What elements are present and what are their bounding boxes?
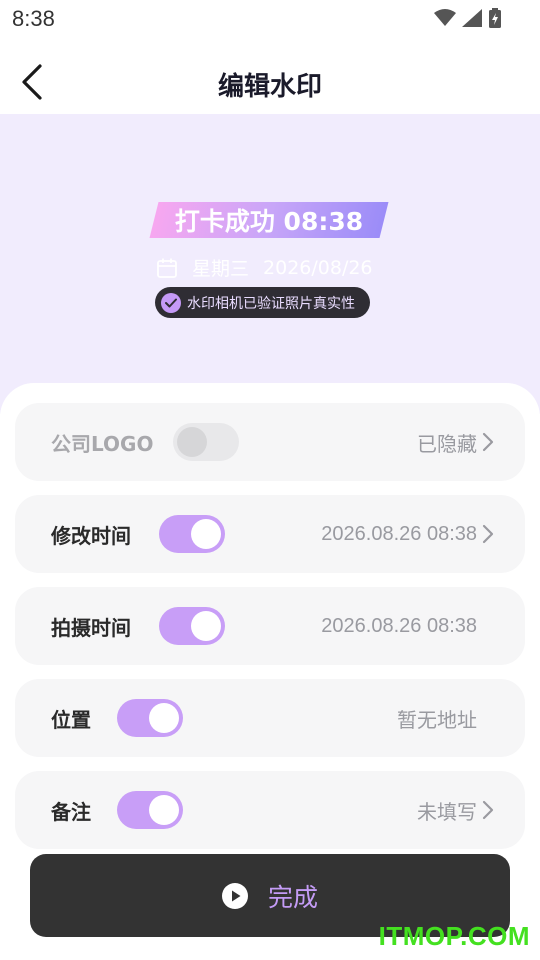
watermark-preview: 打卡成功 08:38 星期三 2026/08/26 水印相机已验证照片真实性	[0, 114, 540, 414]
play-circle-icon	[221, 882, 248, 909]
watermark-date-row: 星期三 2026/08/26	[156, 254, 373, 281]
shooting-time-toggle[interactable]	[159, 607, 225, 645]
status-bar: 8:38	[0, 0, 540, 38]
chevron-right-icon	[482, 800, 494, 820]
battery-icon	[489, 8, 501, 28]
nav-bar: 编辑水印	[0, 38, 540, 114]
check-circle-icon	[161, 292, 181, 313]
setting-label: 拍摄时间	[51, 615, 131, 640]
location-toggle[interactable]	[117, 699, 183, 737]
modify-time-toggle[interactable]	[159, 515, 225, 553]
status-icons	[434, 8, 502, 28]
company-logo-toggle[interactable]	[173, 423, 239, 461]
setting-label: 位置	[51, 707, 91, 732]
calendar-icon	[157, 258, 177, 278]
remark-toggle[interactable]	[117, 791, 183, 829]
verified-badge-text: 水印相机已验证照片真实性	[187, 295, 355, 312]
setting-value: 已隐藏	[417, 433, 477, 456]
setting-row-modify-time[interactable]: 修改时间 2026.08.26 08:38	[15, 495, 525, 573]
setting-value: 2026.08.26 08:38	[321, 522, 477, 545]
watermark-title: 打卡成功 08:38	[174, 207, 364, 236]
verified-badge: 水印相机已验证照片真实性	[155, 287, 370, 318]
wifi-icon	[434, 9, 456, 26]
site-watermark: ITMOP.COM	[378, 921, 530, 951]
setting-row-location[interactable]: 位置 暂无地址	[15, 679, 525, 757]
watermark-weekday: 星期三	[192, 258, 250, 280]
status-time: 8:38	[12, 6, 55, 31]
setting-row-remark[interactable]: 备注 未填写	[15, 771, 525, 849]
setting-label: 修改时间	[51, 523, 131, 548]
signal-icon	[462, 9, 482, 27]
setting-value: 暂无地址	[397, 709, 477, 732]
done-button-label: 完成	[267, 882, 318, 912]
page-title: 编辑水印	[217, 72, 322, 102]
setting-label: 公司LOGO	[51, 431, 154, 456]
setting-label: 备注	[51, 799, 91, 824]
setting-row-company-logo[interactable]: 公司LOGO 已隐藏	[15, 403, 525, 481]
watermark-date: 2026/08/26	[263, 256, 373, 279]
setting-value: 未填写	[417, 801, 477, 824]
chevron-right-icon	[482, 524, 494, 544]
watermark-title-banner: 打卡成功 08:38	[149, 202, 389, 238]
chevron-right-icon	[482, 432, 494, 452]
setting-value: 2026.08.26 08:38	[321, 614, 477, 637]
setting-row-shooting-time[interactable]: 拍摄时间 2026.08.26 08:38	[15, 587, 525, 665]
